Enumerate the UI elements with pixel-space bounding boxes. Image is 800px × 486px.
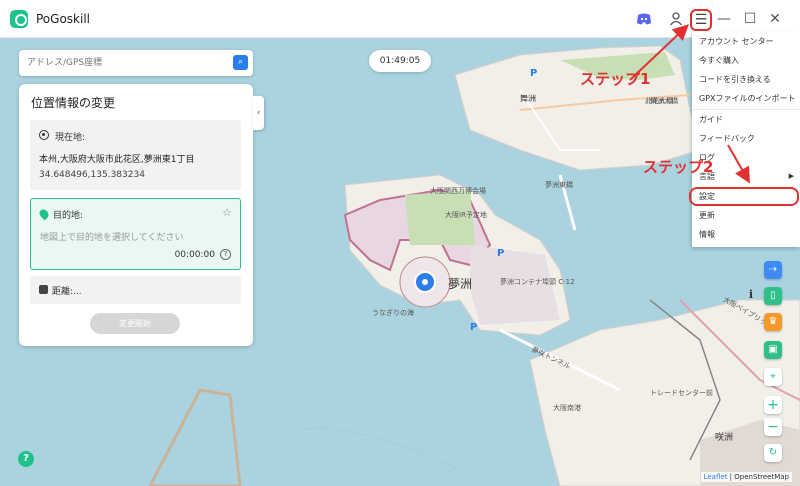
help-icon[interactable]: ? [220,249,231,260]
help-icon[interactable]: ? [18,451,34,467]
step1-annotation: ステップ1 [580,70,651,88]
current-location-icon [39,130,49,140]
menu-item-settings[interactable]: 設定 [689,187,799,206]
map-label: トレードセンター前 [650,389,713,397]
distance-card: 距離:... [30,276,241,304]
zoom-in-icon[interactable]: + [764,396,782,414]
search-icon[interactable]: ⌕ [233,55,248,70]
search-box: ⌕ [19,50,253,76]
search-input[interactable] [27,55,227,71]
cooldown-timer: 01:49:05 [369,50,431,72]
map-label: 大阪IR予定地 [445,211,487,219]
map-label: 舞洲 [520,94,536,103]
map-label: 大阪関西万博会場 [430,187,486,195]
destination-card[interactable]: 目的地: ☆ 地図上で目的地を選択してください 00:00:00 ? [30,198,241,270]
menu-item-import-gpx[interactable]: GPXファイルのインポート [692,89,800,108]
start-change-button[interactable]: 変更開始 [90,313,180,334]
destination-label: 目的地: [53,211,84,221]
star-icon[interactable]: ☆ [222,206,232,219]
zoom-out-icon[interactable]: − [764,418,782,436]
main-menu-dropdown: アカウント センター 今すぐ購入 コードを引き換える GPXファイルのインポート… [689,31,800,247]
current-location-card: 現在地: 本州,大阪府大阪市此花区,夢洲東1丁目 34.648496,135.3… [30,120,241,190]
menu-item-account-center[interactable]: アカウント センター [692,32,800,51]
app-title: PoGoskill [36,12,90,26]
map-attribution: Leaflet | OpenStreetMap [700,472,792,482]
map-label: うなぎりの海 [372,309,414,317]
current-coordinates: 34.648496,135.383234 [39,170,145,180]
minimize-icon[interactable]: — [716,11,732,27]
menu-item-info[interactable]: 情報 [692,225,800,244]
leaflet-link[interactable]: Leaflet [704,473,728,481]
teleport-mode-icon[interactable]: ⇢ [764,261,782,279]
map-label: 大阪南港 [553,404,581,412]
shirt-icon[interactable]: ♛ [764,313,782,331]
close-icon[interactable]: ✕ [767,11,783,27]
user-icon[interactable] [668,11,684,27]
pin-icon [37,207,51,221]
map-label: 咲洲 [715,433,734,443]
current-location-label: 現在地: [55,133,86,143]
menu-item-feedback[interactable]: フィードバック [692,129,800,148]
osm-credit: | OpenStreetMap [729,473,789,481]
info-icon[interactable]: i [744,288,758,302]
current-address: 本州,大阪府大阪市此花区,夢洲東1丁目 [39,155,195,165]
step2-annotation: ステップ2 [643,158,714,176]
menu-item-update[interactable]: 更新 [692,206,800,225]
map-label: 夢洲コンテナ埠頭 C-12 [500,278,575,286]
destination-hint: 地図上で目的地を選択してください [40,233,184,243]
menu-icon[interactable]: ☰ [690,9,712,31]
maximize-icon[interactable]: ☐ [742,11,758,27]
travel-time: 00:00:00 [174,250,215,260]
title-bar: PoGoskill ☰ — ☐ ✕ [0,0,800,38]
refresh-icon[interactable]: ↻ [764,444,782,462]
menu-item-guide[interactable]: ガイド [692,110,800,129]
menu-item-buy-now[interactable]: 今すぐ購入 [692,51,800,70]
phone-icon[interactable]: ▯ [764,287,782,305]
menu-item-redeem-code[interactable]: コードを引き換える [692,70,800,89]
map-label-yumeshima: 夢洲 [448,277,473,291]
discord-icon[interactable] [636,11,652,27]
parking-icon: P [530,68,538,79]
chevron-right-icon: ▶ [788,172,794,180]
locate-icon[interactable]: ⌖ [764,368,782,386]
parking-icon: P [497,248,505,259]
folder-icon[interactable]: ▣ [764,341,782,359]
map-label: 夢洲東橋 [545,181,573,189]
app-logo-icon [10,10,28,28]
collapse-panel-button[interactable]: ‹ [253,96,264,130]
location-panel: 位置情報の変更 現在地: 本州,大阪府大阪市此花区,夢洲東1丁目 34.6484… [19,84,253,346]
distance-icon [39,285,48,294]
distance-label: 距離:... [52,287,82,297]
map-label-konohana-bridge: 此花大橋 [645,97,673,105]
parking-icon: P [470,322,478,333]
panel-title: 位置情報の変更 [31,96,116,110]
